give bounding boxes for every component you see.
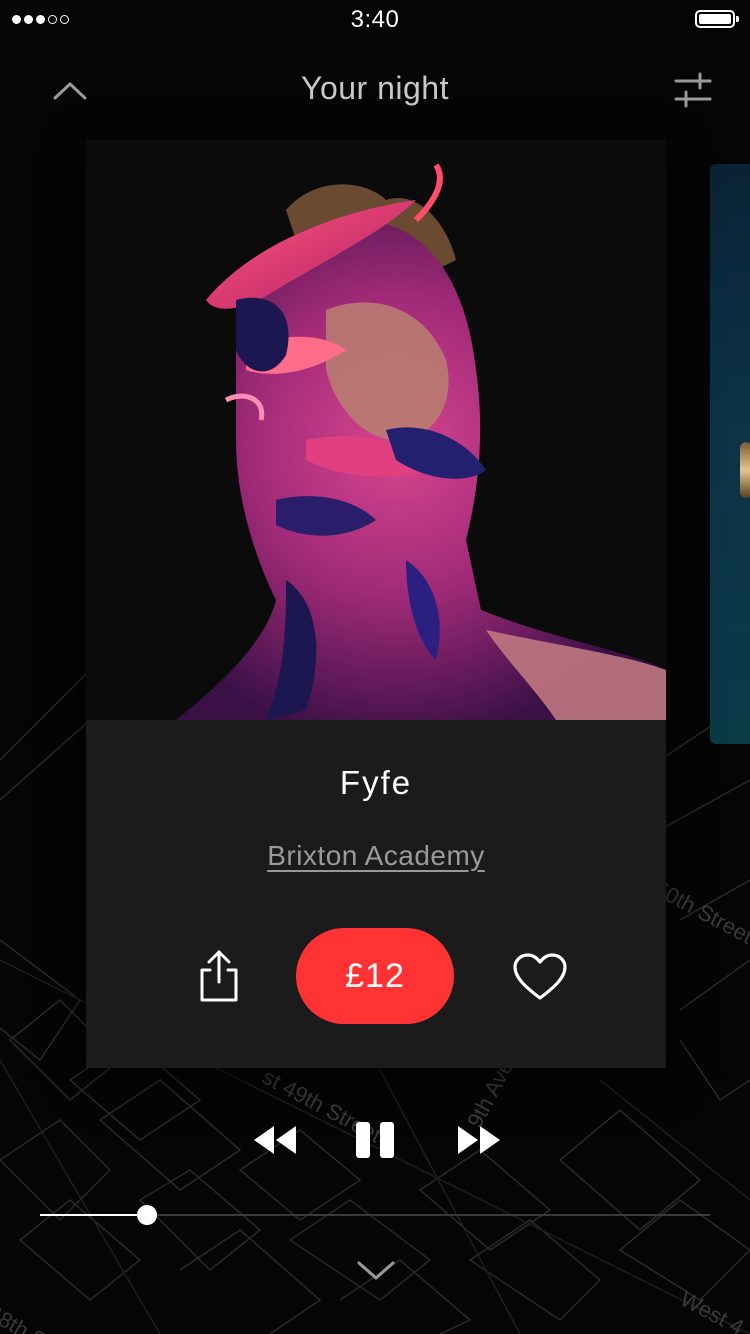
status-time: 3:40	[350, 6, 400, 33]
status-bar: 3:40	[0, 0, 750, 40]
artist-name: Fyfe	[339, 764, 413, 801]
progress-slider[interactable]	[40, 1205, 710, 1225]
painted-face-artwork	[86, 140, 666, 720]
page-title: Your night	[301, 70, 449, 106]
next-event-artwork	[740, 442, 750, 498]
heart-icon[interactable]	[512, 952, 568, 1002]
next-event-card[interactable]	[710, 164, 750, 744]
share-icon[interactable]	[194, 948, 244, 1004]
battery-full-icon	[695, 10, 739, 28]
now-playing-screen: st 49th Street 9th Ave 50th Street West …	[0, 0, 750, 1334]
buy-ticket-button[interactable]: £12	[296, 928, 454, 1024]
sliders-icon[interactable]	[672, 72, 714, 108]
pause-icon[interactable]	[354, 1120, 396, 1160]
battery-level	[699, 14, 731, 24]
artist-artwork	[86, 140, 666, 720]
event-card: Fyfe Brixton Academy £12	[86, 140, 666, 1068]
progress-fill	[40, 1214, 148, 1216]
chevron-down-icon[interactable]	[354, 1256, 398, 1284]
fast-forward-icon[interactable]	[454, 1122, 504, 1158]
rewind-icon[interactable]	[250, 1122, 300, 1158]
venue-link[interactable]: Brixton Academy	[86, 840, 666, 872]
